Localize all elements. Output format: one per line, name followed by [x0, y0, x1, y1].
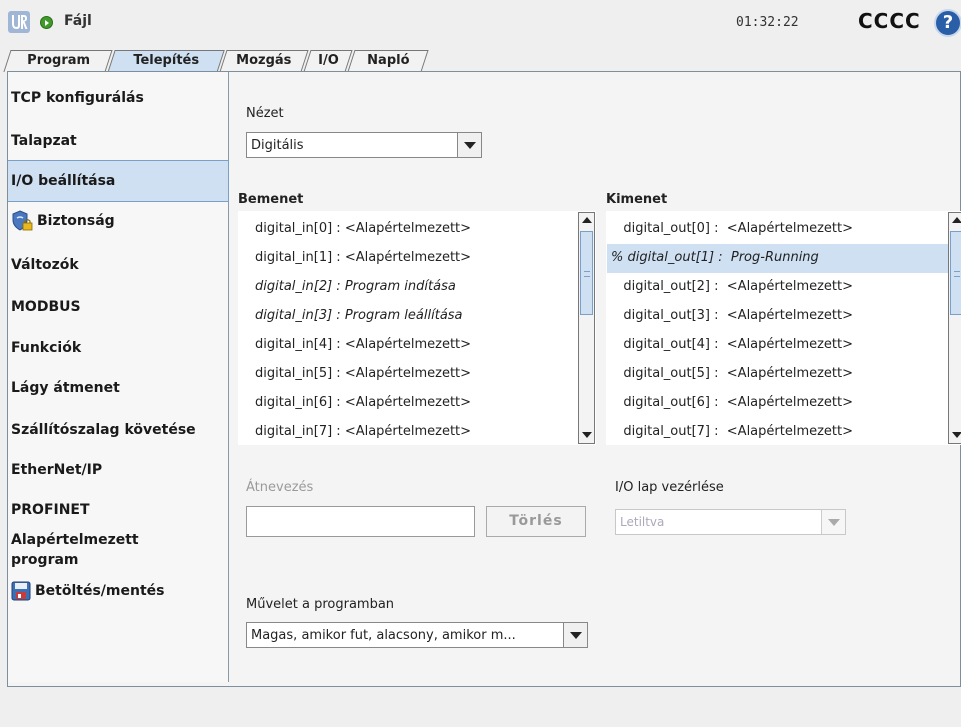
delete-button[interactable]: Törlés: [486, 506, 586, 537]
sidebar-item-ethernet-ip[interactable]: EtherNet/IP: [8, 462, 229, 484]
outputs-title: Kimenet: [606, 192, 668, 207]
top-bar: Fájl 01:32:22 CCCC ?: [0, 0, 961, 46]
list-item[interactable]: digital_out[5] : <Alapértelmezett>: [607, 360, 949, 389]
sidebar-item-load-save[interactable]: Betöltés/mentés: [8, 581, 229, 607]
installation-sidebar: TCP konfigurálás Talapzat I/O beállítása…: [8, 72, 229, 682]
list-item[interactable]: digital_in[2] : Program indítása: [239, 273, 577, 302]
sidebar-item-variables[interactable]: Változók: [8, 257, 229, 279]
main-panel: TCP konfigurálás Talapzat I/O beállítása…: [7, 71, 961, 687]
inputs-title: Bemenet: [238, 192, 304, 207]
list-item[interactable]: digital_out[4] : <Alapértelmezett>: [607, 331, 949, 360]
list-item[interactable]: digital_out[7] : <Alapértelmezett>: [607, 418, 949, 447]
clock: 01:32:22: [736, 15, 799, 30]
program-action-dropdown[interactable]: Magas, amikor fut, alacsony, amikor m...: [246, 622, 588, 648]
scroll-down-icon[interactable]: [579, 427, 594, 443]
list-item[interactable]: digital_in[4] : <Alapértelmezett>: [239, 331, 577, 360]
inputs-scrollbar[interactable]: [578, 212, 595, 444]
list-item[interactable]: digital_in[7] : <Alapértelmezett>: [239, 418, 577, 447]
sidebar-item-smooth-transition[interactable]: Lágy átmenet: [8, 380, 229, 402]
sidebar-item-safety[interactable]: Biztonság: [8, 210, 229, 236]
sidebar-item-mounting[interactable]: Talapzat: [8, 133, 229, 155]
list-item[interactable]: digital_out[0] : <Alapértelmezett>: [607, 215, 949, 244]
chevron-down-icon[interactable]: [457, 133, 481, 157]
tab-program[interactable]: Program: [3, 50, 113, 72]
robot-name: CCCC: [858, 9, 921, 33]
view-label: Nézet: [246, 106, 284, 121]
list-item[interactable]: digital_in[1] : <Alapértelmezett>: [239, 244, 577, 273]
io-tab-control-label: I/O lap vezérlése: [615, 480, 724, 495]
rename-input[interactable]: [246, 506, 475, 537]
io-setup-content: Nézet Digitális Bemenet digital_in[0] : …: [230, 72, 961, 684]
shield-lock-icon: [12, 210, 33, 231]
inputs-list[interactable]: digital_in[0] : <Alapértelmezett> digita…: [238, 211, 596, 445]
list-item[interactable]: digital_in[6] : <Alapértelmezett>: [239, 389, 577, 418]
scroll-up-icon[interactable]: [949, 213, 961, 229]
sidebar-item-tcp[interactable]: TCP konfigurálás: [8, 90, 229, 112]
io-tab-control-dropdown[interactable]: Letiltva: [615, 509, 846, 535]
sidebar-item-profinet[interactable]: PROFINET: [8, 502, 229, 524]
tab-move[interactable]: Mozgás: [219, 50, 309, 72]
list-item[interactable]: digital_in[5] : <Alapértelmezett>: [239, 360, 577, 389]
sidebar-item-features[interactable]: Funkciók: [8, 340, 229, 362]
ur-logo-icon: [8, 11, 30, 33]
sidebar-item-conveyor-tracking[interactable]: Szállítószalag követése: [8, 422, 229, 444]
chevron-down-icon[interactable]: [563, 623, 587, 647]
list-item[interactable]: digital_in[3] : Program leállítása: [239, 302, 577, 331]
outputs-scrollbar[interactable]: [948, 212, 961, 444]
program-action-label: Művelet a programban: [246, 597, 395, 612]
outputs-list[interactable]: digital_out[0] : <Alapértelmezett> % dig…: [606, 211, 961, 445]
list-item[interactable]: digital_out[6] : <Alapértelmezett>: [607, 389, 949, 418]
file-menu[interactable]: Fájl: [64, 13, 92, 29]
view-dropdown[interactable]: Digitális: [246, 132, 482, 158]
rename-label: Átnevezés: [246, 480, 314, 495]
sidebar-item-modbus[interactable]: MODBUS: [8, 299, 229, 321]
scroll-up-icon[interactable]: [579, 213, 594, 229]
scrollbar-thumb[interactable]: [580, 231, 593, 315]
scroll-down-icon[interactable]: [949, 427, 961, 443]
list-item[interactable]: digital_in[0] : <Alapértelmezett>: [239, 215, 577, 244]
scrollbar-thumb[interactable]: [950, 231, 961, 315]
tab-log[interactable]: Napló: [347, 50, 429, 72]
sidebar-item-io-setup[interactable]: I/O beállítása: [8, 160, 229, 202]
tab-installation[interactable]: Telepítés: [107, 50, 225, 73]
list-item[interactable]: digital_out[3] : <Alapértelmezett>: [607, 302, 949, 331]
sidebar-item-default-program[interactable]: Alapértelmezett program: [8, 530, 229, 574]
tab-io[interactable]: I/O: [303, 50, 353, 72]
help-icon[interactable]: ?: [934, 9, 961, 37]
robot-status-icon[interactable]: [40, 16, 53, 29]
save-disk-icon: [11, 581, 31, 601]
list-item-selected[interactable]: % digital_out[1] : Prog-Running: [607, 244, 949, 273]
chevron-down-icon[interactable]: [821, 510, 845, 534]
list-item[interactable]: digital_out[2] : <Alapértelmezett>: [607, 273, 949, 302]
